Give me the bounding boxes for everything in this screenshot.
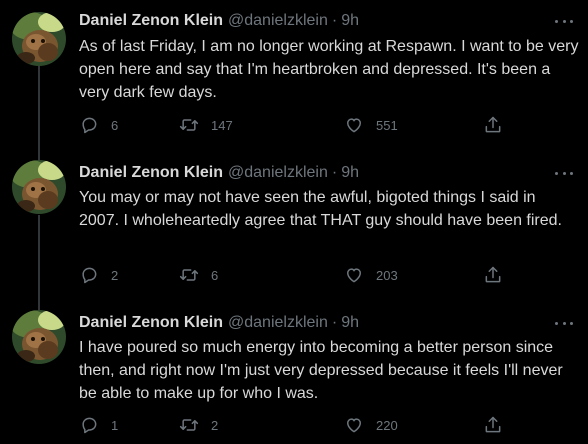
like-button[interactable]: 220 <box>344 413 398 437</box>
separator: · <box>331 314 338 331</box>
tweet[interactable]: Daniel Zenon Klein @danielzklein · 9h As… <box>0 0 588 150</box>
reply-icon <box>82 117 97 134</box>
timestamp[interactable]: 9h <box>341 314 359 332</box>
reply-count: 6 <box>111 117 119 133</box>
like-count: 220 <box>376 417 398 433</box>
author-name[interactable]: Daniel Zenon Klein <box>79 164 223 182</box>
reply-icon <box>82 267 97 284</box>
avatar[interactable] <box>12 310 66 364</box>
more-icon[interactable] <box>552 14 576 28</box>
tweet-actions: 6 147 551 <box>79 113 519 137</box>
like-button[interactable]: 551 <box>344 113 398 137</box>
author-name[interactable]: Daniel Zenon Klein <box>79 12 223 30</box>
heart-icon <box>347 268 361 283</box>
retweet-button[interactable]: 6 <box>179 263 218 287</box>
tweet-text: You may or may not have seen the awful, … <box>79 189 562 229</box>
like-count: 551 <box>376 117 398 133</box>
tweet-header: Daniel Zenon Klein @danielzklein · 9h <box>79 10 359 32</box>
tweet-header: Daniel Zenon Klein @danielzklein · 9h <box>79 162 359 184</box>
like-button[interactable]: 203 <box>344 263 398 287</box>
share-button[interactable] <box>483 263 515 287</box>
reply-button[interactable]: 1 <box>79 413 118 437</box>
avatar[interactable] <box>12 12 66 66</box>
avatar[interactable] <box>12 160 66 214</box>
tweet[interactable]: Daniel Zenon Klein @danielzklein · 9h Yo… <box>0 150 588 300</box>
separator: · <box>331 12 338 29</box>
share-icon <box>485 416 501 433</box>
retweet-button[interactable]: 147 <box>179 113 233 137</box>
author-handle[interactable]: @danielzklein <box>228 12 328 30</box>
retweet-icon <box>179 119 199 131</box>
retweet-count: 6 <box>211 267 219 283</box>
timestamp[interactable]: 9h <box>341 164 359 182</box>
author-handle[interactable]: @danielzklein <box>228 164 328 182</box>
more-icon[interactable] <box>552 316 576 330</box>
separator: · <box>331 164 338 181</box>
more-icon[interactable] <box>552 166 576 180</box>
retweet-count: 2 <box>211 417 219 433</box>
tweet-actions: 2 6 203 <box>79 263 519 287</box>
share-icon <box>485 266 501 283</box>
heart-icon <box>347 418 361 433</box>
tweet-thread: Daniel Zenon Klein @danielzklein · 9h As… <box>0 0 588 444</box>
share-button[interactable] <box>483 413 515 437</box>
retweet-icon <box>179 269 199 281</box>
retweet-icon <box>179 419 199 431</box>
reply-count: 1 <box>111 417 119 433</box>
reply-button[interactable]: 6 <box>79 113 118 137</box>
author-name[interactable]: Daniel Zenon Klein <box>79 314 223 332</box>
tweet-actions: 1 2 220 <box>79 413 519 437</box>
retweet-button[interactable]: 2 <box>179 413 218 437</box>
author-handle[interactable]: @danielzklein <box>228 314 328 332</box>
retweet-count: 147 <box>211 117 233 133</box>
tweet-text: I have poured so much energy into becomi… <box>79 339 563 402</box>
like-count: 203 <box>376 267 398 283</box>
timestamp[interactable]: 9h <box>341 12 359 30</box>
tweet-header: Daniel Zenon Klein @danielzklein · 9h <box>79 312 359 334</box>
reply-icon <box>82 417 97 434</box>
share-button[interactable] <box>483 113 515 137</box>
tweet-text: As of last Friday, I am no longer workin… <box>79 38 579 101</box>
reply-count: 2 <box>111 267 119 283</box>
share-icon <box>485 116 501 133</box>
tweet[interactable]: Daniel Zenon Klein @danielzklein · 9h I … <box>0 300 588 444</box>
heart-icon <box>347 118 361 133</box>
reply-button[interactable]: 2 <box>79 263 118 287</box>
